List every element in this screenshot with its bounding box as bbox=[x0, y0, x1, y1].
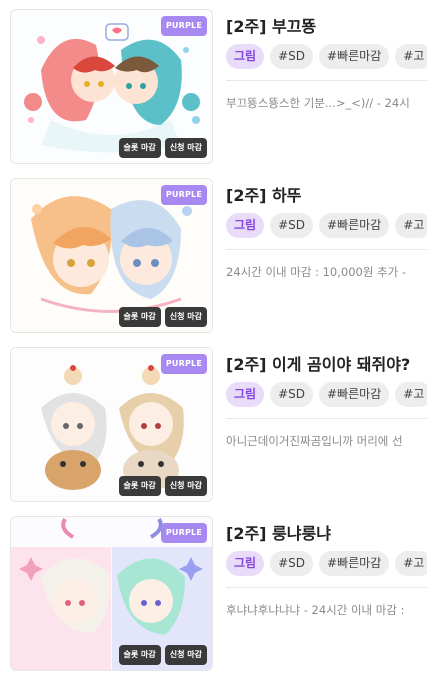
tag-list: 그림 #SD #빠른마감 #고 bbox=[226, 44, 427, 69]
listing-title[interactable]: [2주] 하뚜 bbox=[226, 182, 302, 206]
tag-category[interactable]: 그림 bbox=[226, 213, 265, 238]
tag-list: 그림 #SD #빠른마감 #고 bbox=[226, 551, 427, 576]
slot-closed-badge: 슬롯 마감 bbox=[118, 645, 161, 665]
listing-card[interactable]: PURPLE 슬롯 마감 신청 마감 [2주] 룽냐룽냐 그림 #SD #빠른마… bbox=[0, 516, 427, 672]
listing-thumbnail[interactable]: PURPLE 슬롯 마감 신청 마감 bbox=[10, 516, 213, 671]
tag[interactable]: #빠른마감 bbox=[319, 551, 390, 576]
tag[interactable]: #SD bbox=[270, 382, 314, 407]
slot-closed-badge: 슬롯 마감 bbox=[118, 307, 161, 327]
tag[interactable]: #SD bbox=[270, 213, 314, 238]
slot-closed-badge: 슬롯 마감 bbox=[118, 138, 161, 158]
listing-title[interactable]: [2주] 부끄뚕 bbox=[226, 13, 316, 37]
listing-card[interactable]: PURPLE 슬롯 마감 신청 마감 [2주] 부끄뚕 그림 #SD #빠른마감… bbox=[0, 9, 427, 165]
tag[interactable]: #빠른마감 bbox=[319, 213, 390, 238]
listing-thumbnail[interactable]: PURPLE 슬롯 마감 신청 마감 bbox=[10, 9, 213, 164]
divider bbox=[226, 418, 427, 419]
tag-category[interactable]: 그림 bbox=[226, 44, 265, 69]
listing-title[interactable]: [2주] 이게 곰이야 돼쥐야? bbox=[226, 351, 410, 375]
tag[interactable]: #고 bbox=[395, 551, 427, 576]
listing-card[interactable]: PURPLE 슬롯 마감 신청 마감 [2주] 하뚜 그림 #SD #빠른마감 … bbox=[0, 178, 427, 334]
divider bbox=[226, 249, 427, 250]
listing-card[interactable]: PURPLE 슬롯 마감 신청 마감 [2주] 이게 곰이야 돼쥐야? 그림 #… bbox=[0, 347, 427, 503]
tag[interactable]: #SD bbox=[270, 551, 314, 576]
divider bbox=[226, 587, 427, 588]
listing-description: 아니근데이거진짜곰입니까 머리에 선 bbox=[226, 434, 403, 448]
listing-description: 후냐냐후냐냐냐 - 24시간 이내 마감 : bbox=[226, 603, 405, 617]
tag-category[interactable]: 그림 bbox=[226, 551, 265, 576]
application-closed-badge: 신청 마감 bbox=[164, 476, 207, 496]
listing-description: 부끄뚕스뚕스한 기분...>_<)// - 24시 bbox=[226, 96, 410, 110]
application-closed-badge: 신청 마감 bbox=[164, 645, 207, 665]
purple-tier-badge: PURPLE bbox=[160, 354, 207, 374]
tag-list: 그림 #SD #빠른마감 #고 bbox=[226, 213, 427, 238]
tag[interactable]: #고 bbox=[395, 213, 427, 238]
tag[interactable]: #빠른마감 bbox=[319, 44, 390, 69]
application-closed-badge: 신청 마감 bbox=[164, 307, 207, 327]
tag[interactable]: #SD bbox=[270, 44, 314, 69]
tag-list: 그림 #SD #빠른마감 #고 bbox=[226, 382, 427, 407]
tag-category[interactable]: 그림 bbox=[226, 382, 265, 407]
purple-tier-badge: PURPLE bbox=[160, 185, 207, 205]
listing-thumbnail[interactable]: PURPLE 슬롯 마감 신청 마감 bbox=[10, 347, 213, 502]
application-closed-badge: 신청 마감 bbox=[164, 138, 207, 158]
listing-title[interactable]: [2주] 룽냐룽냐 bbox=[226, 520, 331, 544]
tag[interactable]: #빠른마감 bbox=[319, 382, 390, 407]
slot-closed-badge: 슬롯 마감 bbox=[118, 476, 161, 496]
listing-description: 24시간 이내 마감 : 10,000원 추가 - bbox=[226, 265, 407, 279]
purple-tier-badge: PURPLE bbox=[160, 16, 207, 36]
listing-thumbnail[interactable]: PURPLE 슬롯 마감 신청 마감 bbox=[10, 178, 213, 333]
commission-list: PURPLE 슬롯 마감 신청 마감 [2주] 부끄뚕 그림 #SD #빠른마감… bbox=[0, 0, 427, 683]
tag[interactable]: #고 bbox=[395, 382, 427, 407]
divider bbox=[226, 80, 427, 81]
tag[interactable]: #고 bbox=[395, 44, 427, 69]
purple-tier-badge: PURPLE bbox=[160, 523, 207, 543]
